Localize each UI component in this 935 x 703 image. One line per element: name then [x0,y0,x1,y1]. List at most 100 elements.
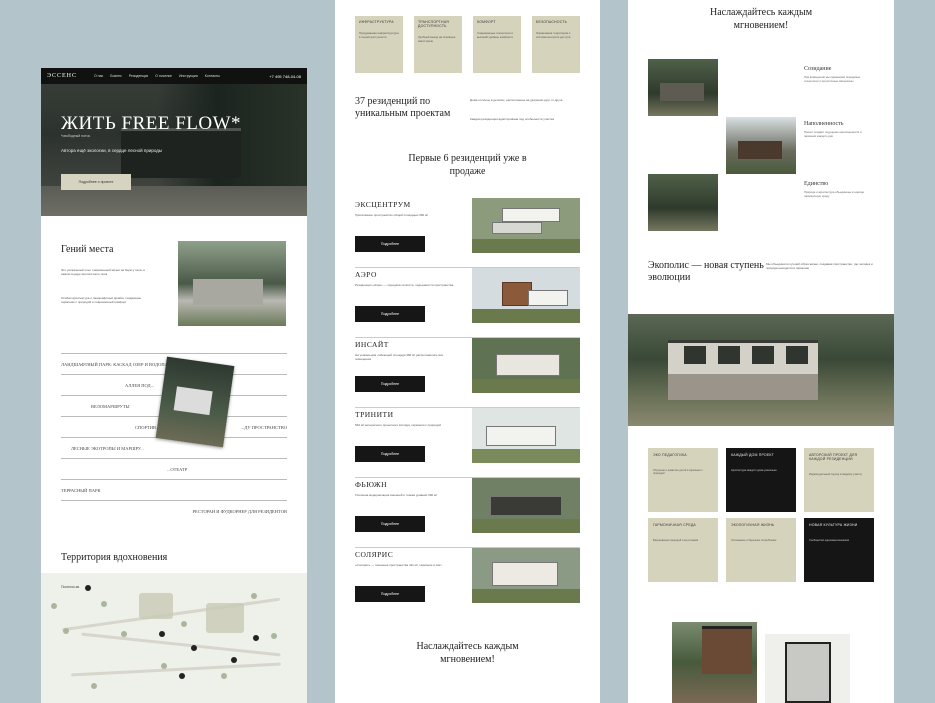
residence-photo[interactable] [472,408,580,463]
hero-section: ЭССЕНС О нас Бизнес Резиденции О поселке… [41,68,307,216]
first-six-title: Первые 6 резиденций уже в продаже [408,153,527,177]
nav-link-guide[interactable]: Инструкция [179,74,198,78]
residence-desc: Усиленна модернизация внешней и тонкая у… [355,493,438,497]
ecopolis-photo [628,314,894,426]
advantage-card: ТРАНСПОРТНАЯ ДОСТУПНОСТЬ Удобный выезд на… [414,16,462,73]
residence-name: ФЬЮЖН [355,480,388,489]
residence-name: СОЛЯРИС [355,550,394,559]
genius-text-1: Это уникальный опыт современной жизни на… [61,268,145,276]
residences-count-desc-1: Дома отличны в деталях, расположены на у… [470,98,563,102]
residence-name: АЭРО [355,270,377,279]
residence-photo[interactable] [472,478,580,533]
residence-more-button[interactable]: Подробнее [355,306,425,322]
value-desc: Природа и архитектура объединены в едину… [804,190,865,198]
genius-photo [178,241,286,326]
residence-name: ТРИНИТИ [355,410,394,419]
nav-link-village[interactable]: О поселке [155,74,172,78]
map-pin[interactable] [231,657,237,663]
philosophy-grid: ЭКО ПЕДАГОГИКА Обучение и развитие детей … [648,448,874,582]
top-nav: ЭССЕНС О нас Бизнес Резиденции О поселке… [41,68,307,84]
features-photo [155,356,235,448]
features-list: ЛАНДШАФТНЫЙ ПАРК: КАСКАД ОЗЕР И ВОДОПАДО… [41,331,307,514]
value-photo [726,117,796,174]
residence-photo[interactable] [472,268,580,323]
bottom-photo-2 [765,634,850,703]
value-photo [648,59,718,116]
residence-desc: «Солярис» — пленение пространства 411 м²… [355,563,442,567]
residence-item: ЭКСЦЕНТРУМ Трёхэтажное пространство обще… [355,198,580,268]
residence-more-button[interactable]: Подробнее [355,236,425,252]
hero-title: ЖИТЬ FREE FLOW* [61,113,242,134]
residence-more-button[interactable]: Подробнее [355,446,425,462]
header-phone[interactable]: +7 495 748-04-08 [269,74,301,79]
nav-link-business[interactable]: Бизнес [110,74,122,78]
philosophy-card: ЭКОЛОГИЧНАЯ ЖИЗНЬ Осознанное и бережное п… [726,518,796,582]
hero-subtitle: *свободный поток [61,134,90,138]
residence-item: АЭРО Резиденция «Аэро» — передача легкос… [355,268,580,338]
nav-link-residences[interactable]: Резиденции [129,74,148,78]
residence-more-button[interactable]: Подробнее [355,376,425,392]
genius-title: Гений места [61,244,114,255]
map-pin[interactable] [253,635,259,641]
residence-photo[interactable] [472,338,580,393]
feature-row[interactable]: ...ОТЕАТР [61,458,287,479]
value-photo [648,174,718,231]
nav-link-about[interactable]: О нас [94,74,103,78]
value-desc: Проект создаёт ощущение наполненности и … [804,130,862,138]
ecopolis-title: Экополис — новая ступень эволюции [648,260,764,283]
advantages-cards: ИНФРАСТРУКТУРА Продуманная инфраструктура… [355,16,580,73]
philosophy-card: НОВАЯ КУЛЬТУРА ЖИЗНИ Сообщество единомышл… [804,518,874,582]
residence-name: ИНСАЙТ [355,340,389,349]
site-logo[interactable]: ЭССЕНС [47,73,77,79]
map-pin[interactable] [191,645,197,651]
residence-desc: Трёхэтажное пространство общей площадью … [355,213,429,217]
hero-tagline: Автора ещё экологии, в сердце лесной при… [61,148,163,153]
residence-item: СОЛЯРИС «Солярис» — пленение пространств… [355,548,580,618]
feature-row[interactable]: ТЕРРАСНЫЙ ПАРК [61,479,287,500]
map-pin[interactable] [179,673,185,679]
ecopolis-desc: Мы объединили лучший образ жизни, создав… [766,262,873,270]
map-legend: Поселок кв. [61,585,80,589]
residence-photo[interactable] [472,548,580,603]
genius-section: Гений места Это уникальный опыт современ… [41,216,307,331]
philosophy-card: АВТОРСКИЙ ПРОЕКТ ДЛЯ КАЖДОЙ РЕЗИДЕНЦИИ Ин… [804,448,874,512]
value-title: Единство [804,181,829,187]
hero-house-image [121,128,241,178]
enjoy-title-top: Наслаждайтесь каждым мгновением! [709,7,813,31]
landing-column-2: ИНФРАСТРУКТУРА Продуманная инфраструктура… [335,0,600,703]
residence-photo[interactable] [472,198,580,253]
territory-title: Территория вдохновения [61,552,168,563]
residence-desc: На уникальном лобеющей площади 360 м² ра… [355,353,444,361]
residence-desc: 540 м² интересного проектного взгляда, г… [355,423,441,427]
hero-cta-button[interactable]: Подробнее о проекте [61,174,131,190]
residence-item: ФЬЮЖН Усиленна модернизация внешней и то… [355,478,580,548]
value-desc: При возведении мы применяем передовые те… [804,75,861,83]
landing-column-3: Наслаждайтесь каждым мгновением! Созидан… [628,0,894,703]
nav-link-contacts[interactable]: Контакты [205,74,220,78]
residences-count-desc-2: Каждая резиденция адаптирована под особе… [470,117,555,121]
advantage-card: БЕЗОПАСНОСТЬ Охраняемая территория и сист… [532,16,580,73]
advantage-card: ИНФРАСТРУКТУРА Продуманная инфраструктура… [355,16,403,73]
hero-ground [41,186,307,216]
territory-map[interactable]: Поселок кв. [41,573,307,703]
residence-more-button[interactable]: Подробнее [355,516,425,532]
residence-item: ТРИНИТИ 540 м² интересного проектного вз… [355,408,580,478]
philosophy-card: ГАРМОНИЧНАЯ СРЕДА Вдохновение природой и … [648,518,718,582]
value-title: Созидание [804,66,832,72]
advantage-card: КОМФОРТ Современные технологии и высокий … [473,16,521,73]
residences-count-title: 37 резиденций по уникальным проектам [355,96,451,119]
residence-more-button[interactable]: Подробнее [355,586,425,602]
residence-desc: Резиденция «Аэро» — передача легкости, п… [355,283,454,287]
map-pin-legend [85,585,91,591]
value-title: Наполненность [804,121,844,127]
map-pin[interactable] [159,631,165,637]
bottom-photo-1 [672,622,757,703]
residence-item: ИНСАЙТ На уникальном лобеющей площади 36… [355,338,580,408]
genius-text-2: Особая архитектура и ландшафтный дизайн,… [61,296,142,304]
philosophy-card: КАЖДЫЙ ДОМ ПРОЕКТ Архитектура каждого дом… [726,448,796,512]
enjoy-title: Наслаждайтесь каждым мгновением! [416,641,519,665]
philosophy-card: ЭКО ПЕДАГОГИКА Обучение и развитие детей … [648,448,718,512]
residence-name: ЭКСЦЕНТРУМ [355,200,411,209]
landing-column-1: ЭССЕНС О нас Бизнес Резиденции О поселке… [41,68,307,703]
feature-row[interactable]: РЕСТОРАН И ФУДКОРНЕР ДЛЯ РЕЗИДЕНТОВ [61,500,287,521]
